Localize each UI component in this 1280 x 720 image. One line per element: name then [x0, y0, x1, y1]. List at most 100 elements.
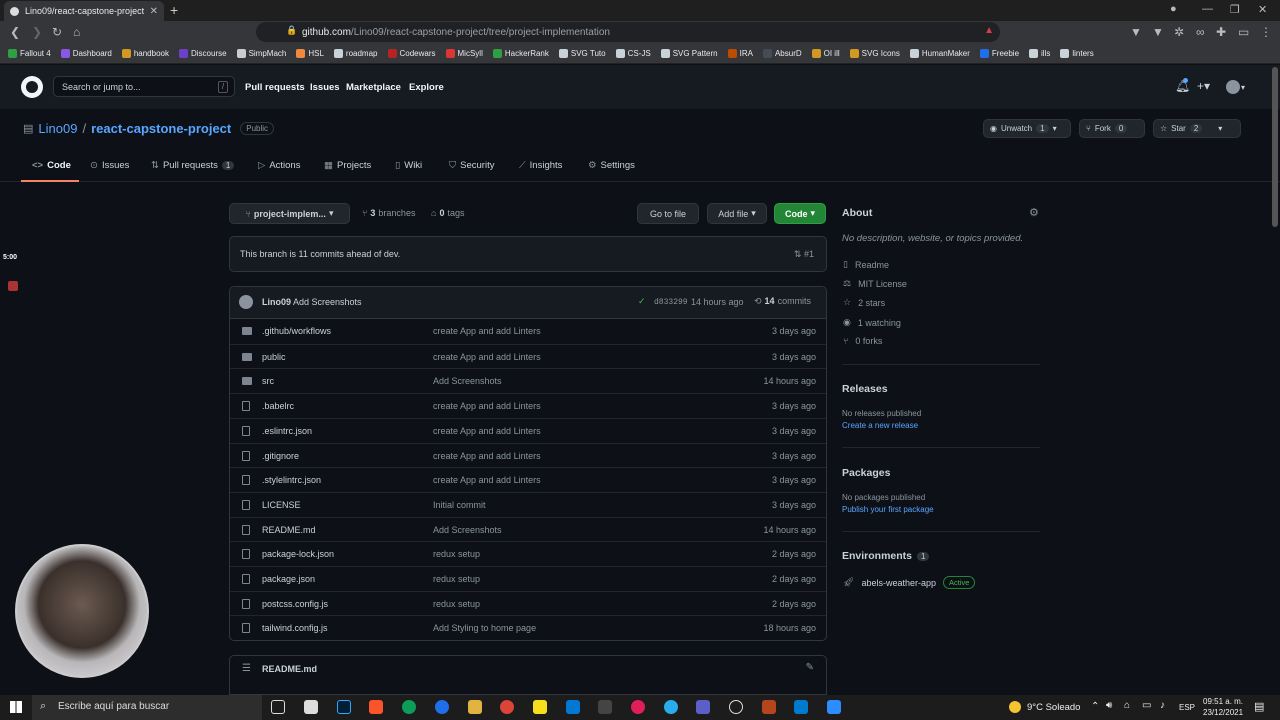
create-new-plus-icon[interactable]: +▾ — [1197, 79, 1210, 93]
forward-icon[interactable]: ❯ — [32, 25, 42, 39]
edit-pencil-icon[interactable]: ✎ — [806, 662, 814, 673]
file-row[interactable]: .stylelintrc.json create App and add Lint… — [230, 467, 826, 492]
telegram-icon[interactable] — [664, 700, 678, 714]
stars-link[interactable]: ☆ 2 stars — [843, 297, 885, 308]
tab-actions[interactable]: ▷ Actions — [258, 160, 300, 171]
add-file-button[interactable]: Add file ▾ — [707, 203, 767, 224]
nav-pull-requests[interactable]: Pull requests — [245, 82, 305, 93]
file-row[interactable]: .github/workflows create App and add Lint… — [230, 319, 826, 344]
commit-hash[interactable]: d833299 — [654, 298, 688, 307]
bookmark-item[interactable]: CS-JS — [615, 48, 651, 58]
sticky-notes-icon[interactable] — [533, 700, 547, 714]
file-row[interactable]: public create App and add Linters 3 days a… — [230, 343, 826, 369]
file-commit-message[interactable]: Add Styling to home page — [433, 623, 536, 633]
menu-icon[interactable]: ⋮ — [1260, 25, 1272, 39]
terminal-icon[interactable] — [598, 700, 612, 714]
file-row[interactable]: LICENSE Initial commit 3 days ago — [230, 491, 826, 517]
license-link[interactable]: ⚖ MIT License — [843, 278, 907, 289]
code-button[interactable]: Code ▾ — [774, 203, 826, 224]
file-row[interactable]: .eslintrc.json create App and add Linters… — [230, 417, 826, 443]
bookmark-item[interactable]: Freebie — [979, 48, 1019, 58]
bookmark-item[interactable]: roadmap — [333, 48, 378, 58]
bookmark-item[interactable]: Dashboard — [60, 48, 112, 58]
reload-icon[interactable]: ↻ — [52, 25, 62, 39]
file-name[interactable]: .stylelintrc.json — [262, 475, 321, 485]
tags-link[interactable]: ⌂ 0 tags — [431, 208, 464, 218]
pull-request-link[interactable]: ⇅ #1 — [794, 249, 814, 260]
file-row[interactable]: postcss.config.js redux setup 2 days ago — [230, 590, 826, 616]
vscode-icon[interactable] — [794, 700, 808, 714]
bookmark-item[interactable]: handbook — [121, 48, 169, 58]
file-name[interactable]: README.md — [262, 525, 316, 535]
file-commit-message[interactable]: create App and add Linters — [433, 475, 541, 485]
file-commit-message[interactable]: redux setup — [433, 599, 480, 609]
app-red-icon[interactable] — [762, 700, 776, 714]
tab-security[interactable]: ⛉ Security — [449, 160, 494, 171]
file-commit-message[interactable]: create App and add Linters — [433, 451, 541, 461]
bookmark-item[interactable]: HSL — [296, 48, 324, 58]
file-commit-message[interactable]: create App and add Linters — [433, 352, 541, 362]
bookmark-star-icon[interactable]: ▲ — [984, 25, 994, 36]
releases-title[interactable]: Releases — [842, 383, 888, 395]
tab-projects[interactable]: ▦ Projects — [324, 160, 371, 171]
clock-time[interactable]: 09:51 a. m. — [1203, 697, 1243, 706]
bookmark-item[interactable]: AbsurD — [762, 48, 802, 58]
publish-package-link[interactable]: Publish your first package — [842, 505, 934, 514]
unwatch-button[interactable]: ◉ Unwatch 1 ▾ — [983, 119, 1071, 138]
nav-marketplace[interactable]: Marketplace — [346, 82, 401, 93]
zoom-icon[interactable] — [827, 700, 841, 714]
extensions-puzzle-icon[interactable]: ✚ — [1216, 25, 1226, 39]
new-tab-icon[interactable]: + — [170, 2, 178, 18]
file-commit-message[interactable]: create App and add Linters — [433, 326, 541, 336]
environments-title[interactable]: Environments — [842, 550, 912, 562]
window-icon[interactable]: ▭ — [1238, 25, 1249, 39]
star-button[interactable]: ☆ Star 2 ▾ — [1153, 119, 1241, 138]
file-row[interactable]: src Add Screenshots 14 hours ago — [230, 368, 826, 393]
file-commit-message[interactable]: Initial commit — [433, 500, 486, 510]
extension-gear-icon[interactable]: ✲ — [1174, 25, 1184, 39]
close-tab-icon[interactable]: ✕ — [150, 6, 158, 17]
file-name[interactable]: package.json — [262, 574, 315, 584]
file-commit-message[interactable]: redux setup — [433, 549, 480, 559]
address-bar[interactable]: 🔒 github.com/Lino09/react-capstone-proje… — [256, 22, 1000, 42]
bookmark-item[interactable]: linters — [1060, 48, 1094, 58]
branch-select-button[interactable]: ⑂ project-implem... ▾ — [229, 203, 350, 224]
file-row[interactable]: package-lock.json redux setup 2 days ago — [230, 541, 826, 566]
bookmark-item[interactable]: SVG Pattern — [660, 48, 718, 58]
minimize-icon[interactable]: — — [1202, 3, 1213, 15]
task-view-icon[interactable] — [271, 700, 285, 714]
file-commit-message[interactable]: Add Screenshots — [433, 376, 502, 386]
create-release-link[interactable]: Create a new release — [842, 421, 918, 430]
file-name[interactable]: package-lock.json — [262, 549, 334, 559]
file-name[interactable]: .github/workflows — [262, 326, 331, 336]
file-explorer-icon[interactable] — [468, 700, 482, 714]
tab-pull-requests[interactable]: ⇅ Pull requests 1 — [151, 160, 235, 171]
volume-icon[interactable]: 🔊︎ — [1106, 700, 1112, 711]
page-scrollbar[interactable] — [1272, 67, 1278, 227]
bookmark-item[interactable]: Fallout 4 — [8, 48, 51, 58]
github-desktop-icon[interactable] — [729, 700, 743, 714]
file-row[interactable]: .babelrc create App and add Linters 3 days… — [230, 393, 826, 418]
readme-link[interactable]: ▯ Readme — [843, 259, 889, 270]
bookmark-item[interactable]: HumanMaker — [909, 48, 970, 58]
file-name[interactable]: postcss.config.js — [262, 599, 328, 609]
bookmark-item[interactable]: HackerRank — [492, 48, 549, 58]
file-name[interactable]: LICENSE — [262, 500, 301, 510]
chrome-icon[interactable] — [500, 700, 514, 714]
slack-icon[interactable] — [631, 700, 645, 714]
nav-issues[interactable]: Issues — [310, 82, 340, 93]
fork-button[interactable]: ⑂ Fork 0 — [1079, 119, 1145, 138]
bookmark-item[interactable]: ills — [1029, 48, 1050, 58]
tab-settings[interactable]: ⚙ Settings — [588, 160, 635, 171]
history-link[interactable]: ⟲ 14 commits — [754, 296, 811, 307]
mail-icon[interactable] — [566, 700, 580, 714]
close-window-icon[interactable]: ✕ — [1258, 3, 1267, 16]
taskbar-search-input[interactable]: ⌕ Escribe aquí para buscar — [32, 695, 262, 720]
avatar[interactable] — [239, 295, 253, 309]
language-indicator[interactable]: ESP — [1179, 703, 1195, 712]
windows-start-icon[interactable] — [10, 701, 22, 713]
bookmark-item[interactable]: SimpMach — [236, 48, 286, 58]
chevron-down-icon[interactable]: ▾ — [1241, 83, 1245, 92]
repo-owner-link[interactable]: Lino09 — [38, 121, 77, 136]
maximize-icon[interactable]: ❐ — [1230, 3, 1240, 16]
